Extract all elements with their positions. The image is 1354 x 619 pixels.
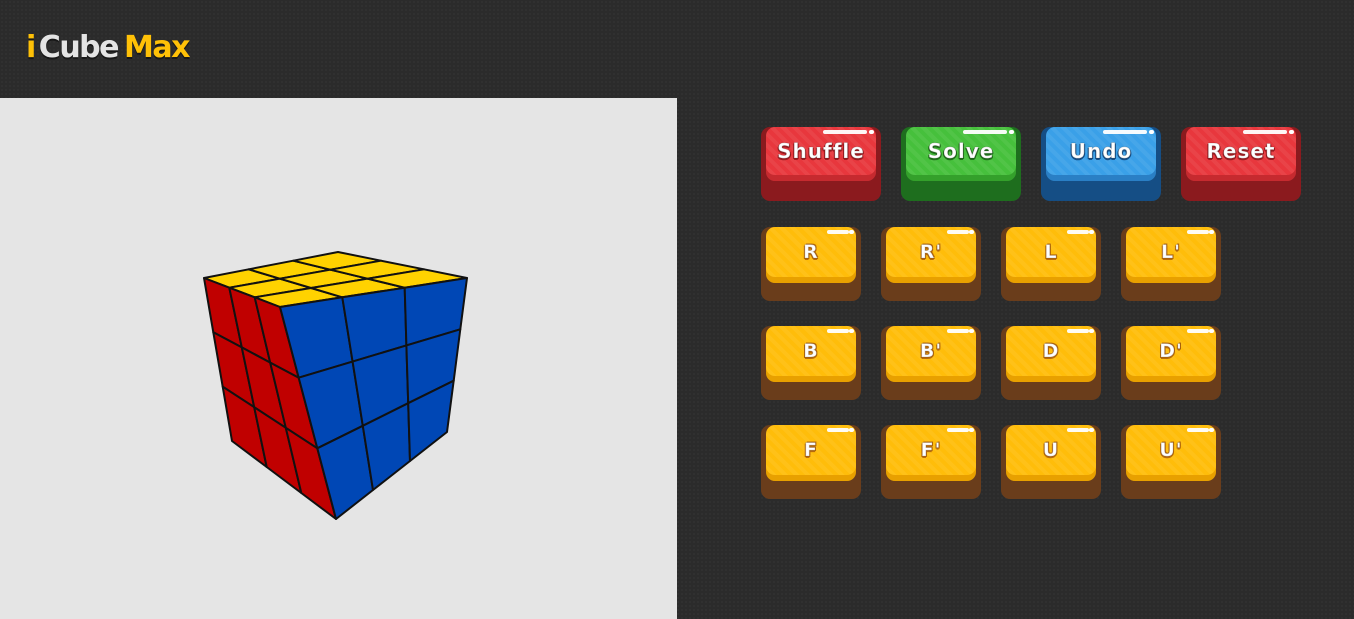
move-label: B [803, 340, 819, 363]
logo-cube: Cube [38, 30, 120, 65]
move-button-b-prime[interactable]: B' [881, 326, 981, 400]
move-label: B' [919, 340, 943, 363]
move-button-u-prime[interactable]: U' [1121, 425, 1221, 499]
solve-button[interactable]: Solve [901, 127, 1021, 201]
move-label: U [1042, 439, 1060, 462]
solve-button-label: Solve [927, 139, 995, 164]
move-button-l-prime[interactable]: L' [1121, 227, 1221, 301]
move-label: D [1042, 340, 1060, 363]
move-button-b[interactable]: B [761, 326, 861, 400]
move-button-l[interactable]: L [1001, 227, 1101, 301]
move-label: R' [919, 241, 943, 264]
undo-button-label: Undo [1069, 139, 1133, 164]
move-button-r[interactable]: R [761, 227, 861, 301]
move-button-u[interactable]: U [1001, 425, 1101, 499]
cube-viewport[interactable] [0, 98, 677, 619]
reset-button[interactable]: Reset [1181, 127, 1301, 201]
rubiks-cube[interactable] [0, 98, 677, 619]
move-label: L' [1161, 241, 1181, 264]
app-logo: i Cube Max [26, 30, 190, 65]
move-button-d-prime[interactable]: D' [1121, 326, 1221, 400]
shuffle-button-label: Shuffle [777, 139, 865, 164]
move-label: R [803, 241, 819, 264]
move-label: L [1044, 241, 1058, 264]
move-label: U' [1159, 439, 1183, 462]
shuffle-button[interactable]: Shuffle [761, 127, 881, 201]
move-button-f-prime[interactable]: F' [881, 425, 981, 499]
logo-max: Max [124, 30, 190, 65]
move-button-d[interactable]: D [1001, 326, 1101, 400]
move-button-f[interactable]: F [761, 425, 861, 499]
logo-i: i [26, 30, 36, 65]
move-label: F' [920, 439, 942, 462]
move-label: D' [1159, 340, 1183, 363]
reset-button-label: Reset [1206, 139, 1276, 164]
move-label: F [804, 439, 818, 462]
undo-button[interactable]: Undo [1041, 127, 1161, 201]
move-button-r-prime[interactable]: R' [881, 227, 981, 301]
